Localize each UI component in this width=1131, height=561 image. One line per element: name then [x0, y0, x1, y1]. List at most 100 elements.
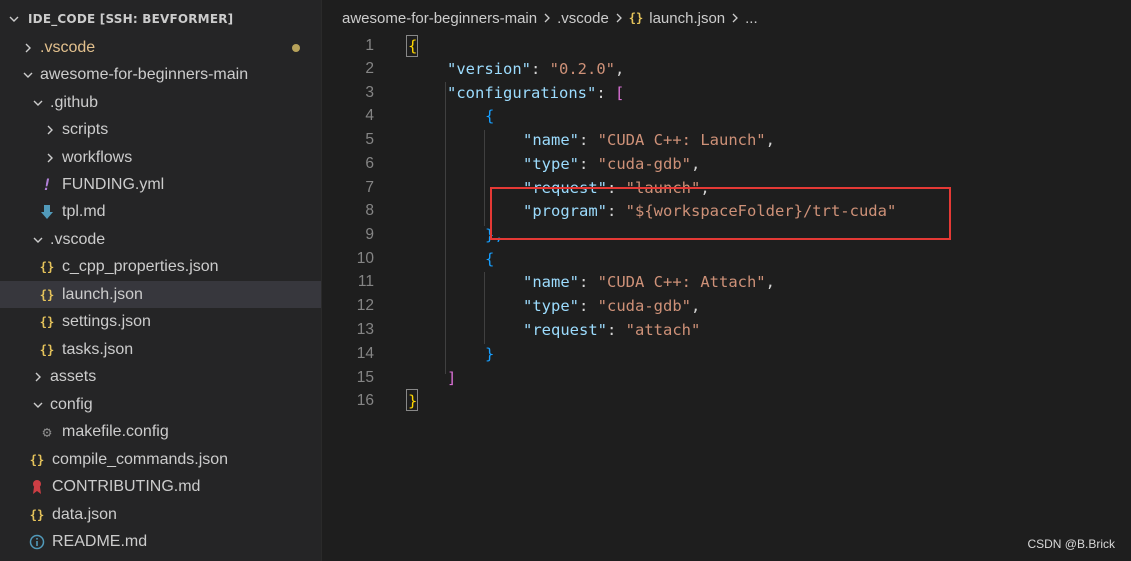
tree-item-label: .vscode: [50, 230, 106, 248]
chevron-right-icon: [30, 369, 46, 385]
code-token: :: [579, 273, 598, 291]
code-token: "name": [523, 131, 579, 149]
code-line[interactable]: 11 "name": "CUDA C++: Attach",: [322, 270, 1131, 294]
tree-item-label: workflows: [62, 148, 133, 166]
line-number: 8: [365, 202, 374, 219]
json-icon: {}: [29, 507, 45, 522]
json-icon: {}: [29, 452, 45, 467]
tree-folder-config[interactable]: config: [0, 391, 321, 418]
code-token: "0.2.0": [549, 60, 615, 78]
editor-pane[interactable]: awesome-for-beginners-main .vscode {} la…: [322, 0, 1131, 561]
code-token: :: [579, 297, 598, 315]
json-icon: {}: [39, 259, 55, 274]
tree-folder-vscode[interactable]: .vscode: [0, 226, 321, 253]
watermark: CSDN @B.Brick: [1027, 537, 1115, 551]
chevron-right-icon: [42, 122, 58, 138]
code-token: "request": [523, 321, 607, 339]
tree-folder-vscode-root[interactable]: .vscode: [0, 34, 321, 61]
code-token: {: [485, 250, 495, 268]
code-line[interactable]: 16 }: [322, 389, 1131, 413]
code-token: :: [531, 60, 550, 78]
code-line[interactable]: 4 {: [322, 104, 1131, 128]
json-icon: {}: [39, 287, 55, 302]
code-token: ,: [691, 155, 701, 173]
line-number: 15: [356, 369, 374, 386]
json-icon: {}: [628, 11, 644, 25]
chevron-right-icon: [42, 150, 58, 166]
breadcrumb-item[interactable]: .vscode: [557, 10, 609, 27]
code-token: {: [485, 107, 495, 125]
tree-folder-assets[interactable]: assets: [0, 363, 321, 390]
code-line[interactable]: 2 "version": "0.2.0",: [322, 57, 1131, 81]
code-line[interactable]: 1 {: [322, 34, 1131, 58]
code-line[interactable]: 15 ]: [322, 366, 1131, 390]
tree-item-label: FUNDING.yml: [62, 175, 165, 193]
tree-item-label: awesome-for-beginners-main: [40, 65, 249, 83]
line-number: 10: [356, 250, 374, 267]
tree-folder-awesome-for-beginners-main[interactable]: awesome-for-beginners-main: [0, 61, 321, 88]
tree-file-compile-commands-json[interactable]: {} compile_commands.json: [0, 446, 321, 473]
code-line[interactable]: 12 "type": "cuda-gdb",: [322, 294, 1131, 318]
tree-file-readme-md[interactable]: README.md: [0, 528, 321, 555]
code-token: :: [579, 155, 598, 173]
tree-item-label: scripts: [62, 120, 109, 138]
tree-file-data-json[interactable]: {} data.json: [0, 501, 321, 528]
code-token: [: [614, 84, 625, 102]
tree-file-contributing-md[interactable]: CONTRIBUTING.md: [0, 473, 321, 500]
code-token: ,: [615, 60, 625, 78]
line-number: 9: [365, 226, 374, 243]
line-number: 7: [365, 179, 374, 196]
modified-indicator-icon: [292, 44, 300, 52]
tree-file-settings-json[interactable]: {} settings.json: [0, 308, 321, 335]
line-number: 12: [356, 297, 374, 314]
line-number: 1: [365, 37, 374, 54]
explorer-header[interactable]: IDE_CODE [SSH: BEVFORMER]: [0, 0, 321, 37]
tree-file-makefile-config[interactable]: ⚙ makefile.config: [0, 418, 321, 445]
tree-folder-workflows[interactable]: workflows: [0, 144, 321, 171]
code-token: :: [579, 131, 598, 149]
code-token: "type": [523, 155, 579, 173]
code-line[interactable]: 3 "configurations": [: [322, 81, 1131, 105]
code-token: "version": [447, 60, 531, 78]
line-number: 5: [365, 131, 374, 148]
tree-folder-github[interactable]: .github: [0, 89, 321, 116]
tree-file-c-cpp-properties-json[interactable]: {} c_cpp_properties.json: [0, 253, 321, 280]
exclamation-icon: !: [42, 175, 52, 194]
tree-item-label: README.md: [52, 532, 148, 550]
code-line[interactable]: 6 "type": "cuda-gdb",: [322, 152, 1131, 176]
line-number: 11: [357, 273, 374, 290]
tree-item-label: .github: [50, 93, 99, 111]
tree-file-launch-json[interactable]: {} launch.json: [0, 281, 321, 308]
tree-item-label: data.json: [52, 505, 117, 523]
tree-file-tasks-json[interactable]: {} tasks.json: [0, 336, 321, 363]
code-line[interactable]: 10 {: [322, 247, 1131, 271]
tree-item-label: assets: [50, 367, 97, 385]
tree-item-label: tasks.json: [62, 340, 134, 358]
breadcrumb-item[interactable]: awesome-for-beginners-main: [342, 10, 537, 27]
code-token: :: [607, 321, 626, 339]
tree-file-funding-yml[interactable]: ! FUNDING.yml: [0, 171, 321, 198]
code-token: {: [408, 37, 418, 55]
breadcrumb-item[interactable]: ...: [745, 10, 758, 27]
tree-folder-scripts[interactable]: scripts: [0, 116, 321, 143]
code-line[interactable]: 5 "name": "CUDA C++: Launch",: [322, 128, 1131, 152]
chevron-down-icon: [6, 11, 22, 27]
tree-item-label: tpl.md: [62, 202, 106, 220]
line-number: 13: [356, 321, 374, 338]
code-token: ]: [447, 369, 457, 387]
tree-file-tpl-md[interactable]: tpl.md: [0, 198, 321, 225]
code-line[interactable]: 13 "request": "attach": [322, 318, 1131, 342]
workspace-title: IDE_CODE [SSH: BEVFORMER]: [28, 11, 234, 26]
breadcrumb-item[interactable]: launch.json: [649, 10, 725, 27]
json-icon: {}: [39, 342, 55, 357]
chevron-down-icon: [30, 397, 46, 413]
code-token: "cuda-gdb": [597, 155, 691, 173]
markdown-download-icon: [38, 203, 56, 221]
code-token: "CUDA C++: Launch": [597, 131, 766, 149]
code-token: }: [485, 345, 495, 363]
code-token: ,: [691, 297, 701, 315]
tree-item-label: compile_commands.json: [52, 450, 229, 468]
code-token: }: [408, 392, 418, 410]
code-line[interactable]: 14 }: [322, 342, 1131, 366]
breadcrumb: awesome-for-beginners-main .vscode {} la…: [322, 0, 1131, 36]
